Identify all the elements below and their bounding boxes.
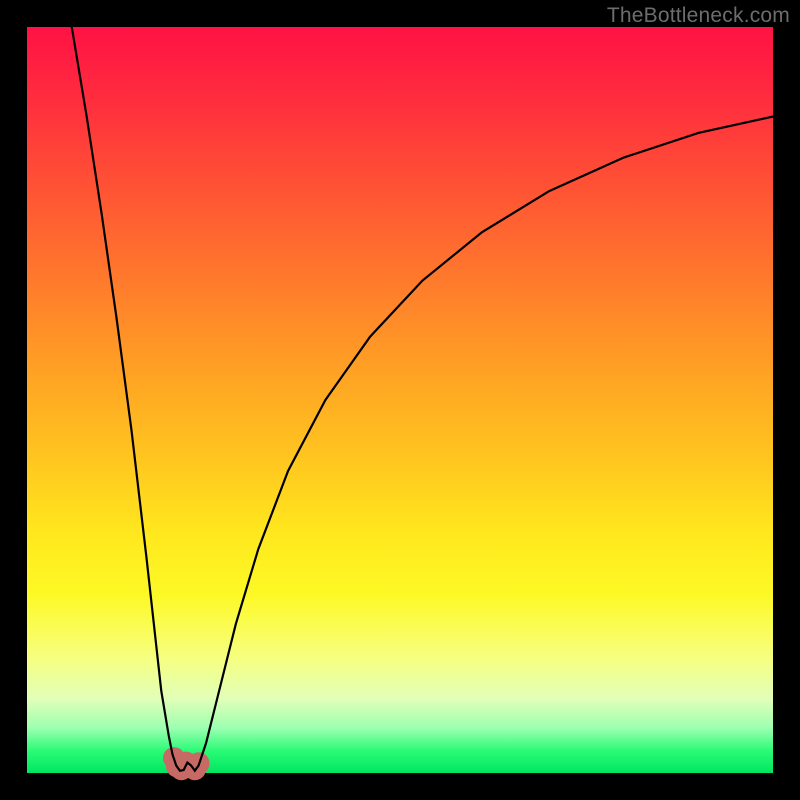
- attribution-text: TheBottleneck.com: [607, 4, 790, 28]
- plot-area: [27, 27, 773, 773]
- curve-layer: [27, 27, 773, 773]
- chart-frame: TheBottleneck.com: [0, 0, 800, 800]
- bottleneck-curve: [72, 27, 773, 771]
